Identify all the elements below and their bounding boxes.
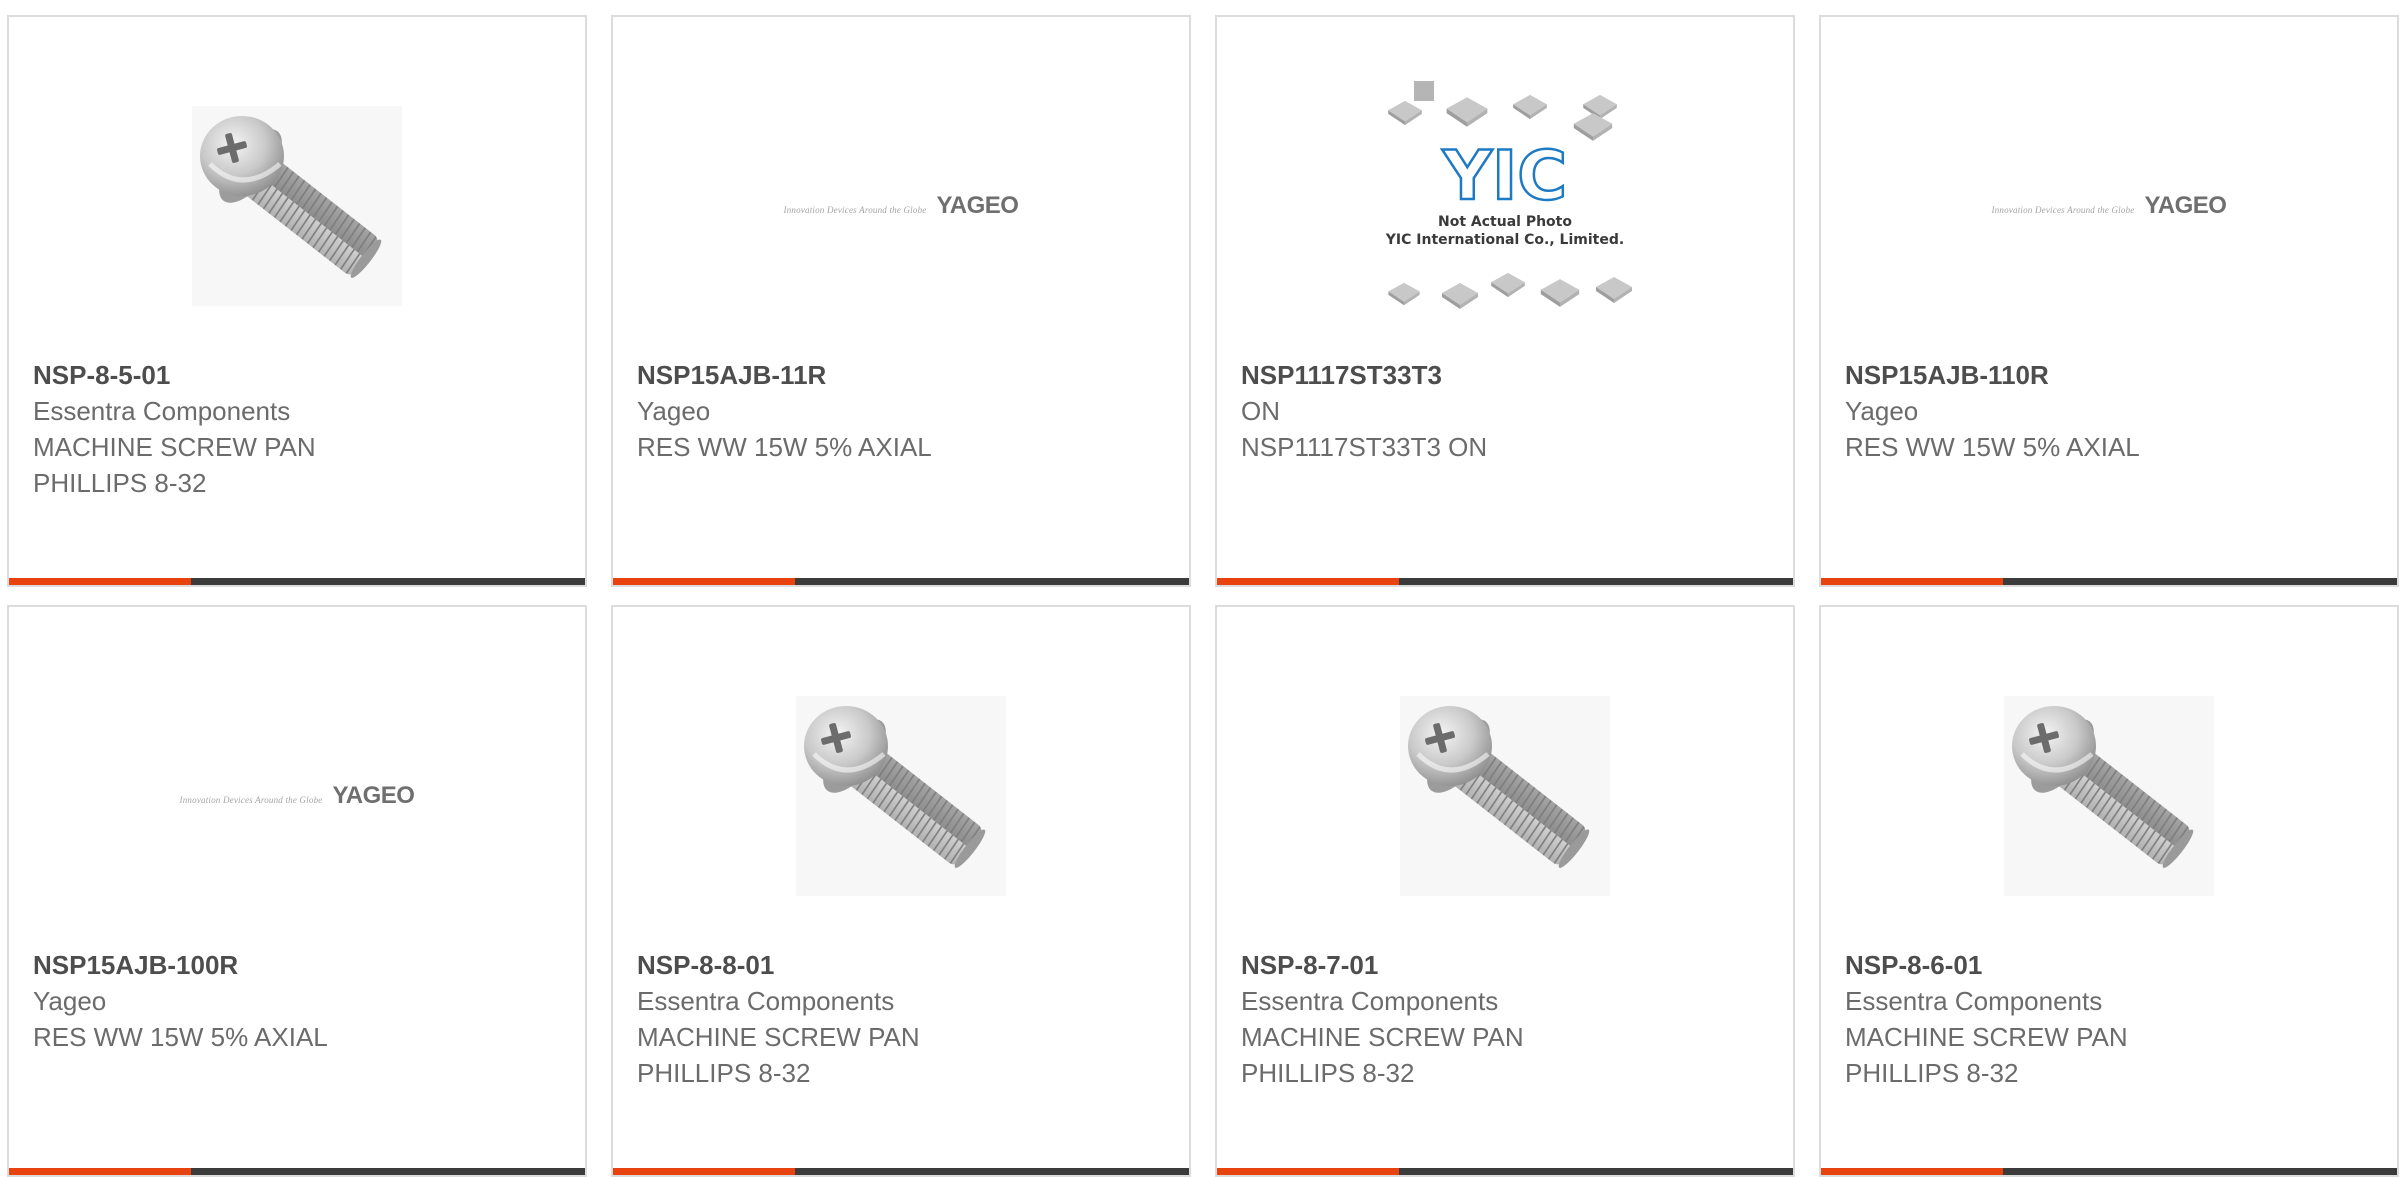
card-accent-bar	[1217, 1168, 1399, 1175]
card-bottom-bar	[613, 578, 1189, 585]
manufacturer-name: Essentra Components	[33, 396, 291, 426]
part-number[interactable]: NSP15AJB-100R	[33, 947, 565, 983]
product-card[interactable]: Innovation Devices Around the Globe YAGEO…	[611, 15, 1191, 587]
product-info: NSP15AJB-110R Yageo RES WW 15W 5% AXIAL	[1845, 357, 2377, 465]
card-bottom-bar	[1821, 578, 2397, 585]
placeholder-caption: Not Actual Photo YIC International Co., L…	[1370, 213, 1640, 249]
product-info: NSP15AJB-100R Yageo RES WW 15W 5% AXIAL	[33, 947, 565, 1055]
card-bottom-bar	[9, 578, 585, 585]
logo-tagline: Innovation Devices Around the Globe	[179, 795, 323, 805]
product-info: NSP-8-5-01 Essentra Components MACHINE S…	[33, 357, 565, 501]
screw-image[interactable]	[1217, 671, 1793, 921]
product-info: NSP-8-8-01 Essentra Components MACHINE S…	[637, 947, 1169, 1091]
product-description: NSP1117ST33T3 ON	[1241, 432, 1488, 462]
product-info: NSP15AJB-11R Yageo RES WW 15W 5% AXIAL	[637, 357, 1169, 465]
yic-placeholder-image: YIC Not Actual Photo YIC International Co.…	[1370, 81, 1640, 331]
product-description: MACHINE SCREW PAN PHILLIPS 8-32	[1845, 1022, 2128, 1088]
card-accent-bar	[613, 1168, 795, 1175]
screw-image[interactable]	[1821, 671, 2397, 921]
manufacturer-name: Yageo	[637, 396, 711, 426]
product-info: NSP-8-7-01 Essentra Components MACHINE S…	[1241, 947, 1773, 1091]
chip-icon	[1388, 282, 1420, 306]
product-description: RES WW 15W 5% AXIAL	[1845, 432, 2140, 462]
product-card[interactable]: NSP-8-8-01 Essentra Components MACHINE S…	[611, 605, 1191, 1177]
part-number[interactable]: NSP-8-6-01	[1845, 947, 2377, 983]
card-bottom-bar	[1821, 1168, 2397, 1175]
part-number[interactable]: NSP15AJB-110R	[1845, 357, 2377, 393]
product-card[interactable]: NSP-8-6-01 Essentra Components MACHINE S…	[1819, 605, 2399, 1177]
product-card[interactable]: NSP-8-7-01 Essentra Components MACHINE S…	[1215, 605, 1795, 1177]
screw-icon	[1400, 696, 1610, 896]
screw-image[interactable]	[9, 81, 585, 331]
part-number[interactable]: NSP15AJB-11R	[637, 357, 1169, 393]
card-accent-bar	[613, 578, 795, 585]
chip-icon	[1513, 94, 1547, 120]
manufacturer-name: Essentra Components	[1241, 986, 1499, 1016]
manufacturer-name: Yageo	[1845, 396, 1919, 426]
screw-icon	[192, 106, 402, 306]
manufacturer-name: Essentra Components	[637, 986, 895, 1016]
yageo-logo[interactable]: Innovation Devices Around the Globe YAGEO	[9, 671, 585, 921]
product-info: NSP1117ST33T3 ON NSP1117ST33T3 ON	[1241, 357, 1773, 465]
placeholder-caption-line1: Not Actual Photo	[1438, 214, 1572, 230]
chip-icon	[1573, 113, 1613, 141]
part-number[interactable]: NSP-8-5-01	[33, 357, 565, 393]
card-accent-bar	[1821, 578, 2003, 585]
screw-image[interactable]	[613, 671, 1189, 921]
card-bottom-bar	[1217, 1168, 1793, 1175]
yageo-logo: Innovation Devices Around the Globe YAGEO	[1992, 192, 2227, 220]
manufacturer-name: ON	[1241, 396, 1280, 426]
card-bottom-bar	[9, 1168, 585, 1175]
yageo-logo: Innovation Devices Around the Globe YAGEO	[784, 192, 1019, 220]
product-card[interactable]: Innovation Devices Around the Globe YAGEO…	[7, 605, 587, 1177]
yageo-logo: Innovation Devices Around the Globe YAGEO	[180, 782, 415, 810]
product-description: MACHINE SCREW PAN PHILLIPS 8-32	[33, 432, 316, 498]
product-description: MACHINE SCREW PAN PHILLIPS 8-32	[1241, 1022, 1524, 1088]
chip-icon	[1491, 272, 1525, 298]
product-description: RES WW 15W 5% AXIAL	[33, 1022, 328, 1052]
part-number[interactable]: NSP1117ST33T3	[1241, 357, 1773, 393]
chip-icon	[1583, 94, 1617, 120]
yageo-logo[interactable]: Innovation Devices Around the Globe YAGEO	[1821, 81, 2397, 331]
screw-icon	[2004, 696, 2214, 896]
part-number[interactable]: NSP-8-7-01	[1241, 947, 1773, 983]
chip-icon	[1596, 277, 1632, 303]
yic-logo: YIC	[1442, 137, 1567, 216]
placeholder-caption-line2: YIC International Co., Limited.	[1385, 232, 1625, 248]
chip-icon	[1414, 81, 1434, 101]
yageo-logo[interactable]: Innovation Devices Around the Globe YAGEO	[613, 81, 1189, 331]
card-accent-bar	[9, 1168, 191, 1175]
card-accent-bar	[1217, 578, 1399, 585]
card-bottom-bar	[1217, 578, 1793, 585]
product-info: NSP-8-6-01 Essentra Components MACHINE S…	[1845, 947, 2377, 1091]
screw-icon	[796, 696, 1006, 896]
logo-brand: YAGEO	[2144, 192, 2227, 219]
logo-tagline: Innovation Devices Around the Globe	[783, 205, 927, 215]
card-accent-bar	[1821, 1168, 2003, 1175]
yic-placeholder[interactable]: YIC Not Actual Photo YIC International Co.…	[1217, 81, 1793, 331]
product-card[interactable]: NSP-8-5-01 Essentra Components MACHINE S…	[7, 15, 587, 587]
product-card[interactable]: Innovation Devices Around the Globe YAGEO…	[1819, 15, 2399, 587]
card-bottom-bar	[613, 1168, 1189, 1175]
card-accent-bar	[9, 578, 191, 585]
chip-icon	[1540, 279, 1580, 307]
product-description: RES WW 15W 5% AXIAL	[637, 432, 932, 462]
logo-brand: YAGEO	[332, 782, 415, 809]
manufacturer-name: Yageo	[33, 986, 107, 1016]
product-description: MACHINE SCREW PAN PHILLIPS 8-32	[637, 1022, 920, 1088]
chip-icon	[1442, 283, 1478, 309]
chip-collage-icon: YIC	[1388, 81, 1632, 309]
manufacturer-name: Essentra Components	[1845, 986, 2103, 1016]
logo-tagline: Innovation Devices Around the Globe	[1991, 205, 2135, 215]
chip-icon	[1388, 100, 1422, 126]
chip-icon	[1446, 97, 1488, 127]
product-grid: NSP-8-5-01 Essentra Components MACHINE S…	[7, 15, 2399, 1177]
product-card[interactable]: YIC Not Actual Photo YIC International Co.…	[1215, 15, 1795, 587]
logo-brand: YAGEO	[936, 192, 1019, 219]
part-number[interactable]: NSP-8-8-01	[637, 947, 1169, 983]
